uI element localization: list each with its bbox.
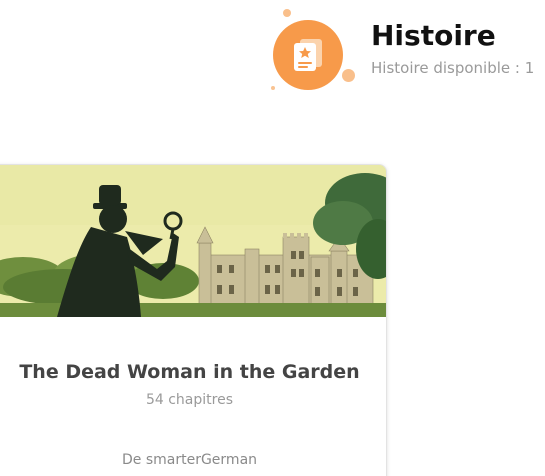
story-card[interactable]: The Dead Woman in the Garden 54 chapitre… — [0, 164, 387, 476]
decor-dot — [283, 9, 291, 17]
story-title: The Dead Woman in the Garden — [19, 361, 360, 383]
story-cover-image — [0, 165, 386, 317]
story-book-star-icon — [268, 4, 358, 96]
decor-dot — [342, 69, 355, 82]
decor-dot — [271, 86, 275, 90]
story-author: De smarterGerman — [121, 452, 258, 468]
stories-available-count: Histoire disponible : 1 — [371, 59, 535, 77]
stories-page: Histoire Histoire disponible : 1 The Dea… — [0, 0, 545, 476]
story-icon-circle — [273, 20, 343, 90]
story-chapter-count: 54 chapitres — [145, 392, 234, 408]
page-title: Histoire — [371, 19, 496, 52]
